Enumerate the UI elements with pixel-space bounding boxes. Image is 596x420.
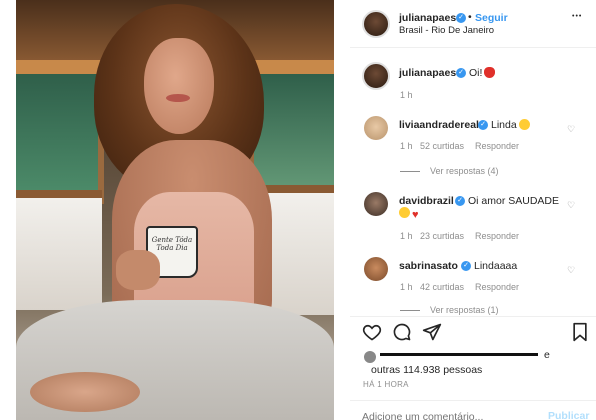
caption-username[interactable]: julianapaes — [399, 67, 456, 79]
photo-window-left — [16, 74, 104, 204]
comment-text: Linda — [491, 119, 530, 131]
instagram-post: Gente Tóda Toda Dia julianapaes ✓ • Segu… — [0, 0, 596, 420]
photo-foot — [30, 372, 140, 412]
mug-lettering: Gente Tóda Toda Dia — [151, 236, 193, 252]
liker-avatar[interactable] — [364, 351, 376, 363]
more-options-icon[interactable]: ••• — [572, 13, 582, 20]
comment-time[interactable]: 1 h — [400, 282, 413, 292]
header-username[interactable]: julianapaes — [399, 12, 456, 24]
post-photo[interactable]: Gente Tóda Toda Dia — [16, 0, 334, 420]
header-location[interactable]: Brasil - Rio De Janeiro — [399, 25, 494, 36]
verified-badge-icon: ✓ — [478, 120, 488, 130]
post-time-ago[interactable]: HÁ 1 HORA — [363, 380, 409, 389]
comment-likes[interactable]: 42 curtidas — [420, 282, 464, 292]
verified-badge-icon: ✓ — [461, 261, 471, 271]
comment-text: Oi amor SAUDADE — [468, 195, 560, 207]
likes-prefix: e — [544, 349, 550, 361]
verified-badge-icon: ✓ — [456, 13, 466, 23]
comment-reply-button[interactable]: Responder — [475, 231, 519, 241]
comment-emoji-line: ♥ — [399, 207, 419, 221]
comment-reply-button[interactable]: Responder — [475, 141, 519, 151]
replies-line — [400, 310, 420, 312]
verified-badge-icon: ✓ — [455, 196, 465, 206]
comment-like-heart-icon[interactable]: ♡ — [566, 200, 576, 210]
photo-hand — [116, 250, 160, 290]
publish-button[interactable]: Publicar — [548, 410, 589, 420]
comment-avatar-livia[interactable] — [364, 116, 388, 140]
comment-text: Lindaaaa — [474, 260, 518, 272]
redacted-likes-bar — [380, 353, 538, 356]
photo-face — [144, 38, 214, 134]
header-avatar[interactable] — [362, 10, 390, 38]
paper-plane-icon[interactable] — [422, 322, 442, 342]
comment-reply-button[interactable]: Responder — [475, 282, 519, 292]
header-divider — [350, 47, 596, 48]
caption-avatar[interactable] — [362, 62, 390, 90]
red-heart-emoji-icon: ♥ — [412, 209, 419, 221]
bookmark-icon[interactable] — [570, 322, 590, 342]
likes-count[interactable]: outras 114.938 pessoas — [371, 364, 482, 376]
replies-line — [400, 171, 420, 173]
comment-username[interactable]: sabrinasato — [399, 260, 458, 272]
heart-eyes-emoji-icon — [518, 119, 530, 130]
comment-like-heart-icon[interactable]: ♡ — [566, 265, 576, 275]
heart-outline-icon[interactable] — [362, 322, 382, 342]
photo-bench-left — [16, 190, 102, 310]
caption-text: Oi! — [469, 67, 496, 79]
comment-username[interactable]: liviaandradereal — [399, 119, 479, 131]
photo-lips — [166, 94, 190, 102]
comment-time[interactable]: 1 h — [400, 141, 413, 151]
comment-avatar-sabrina[interactable] — [364, 257, 388, 281]
comment-like-heart-icon[interactable]: ♡ — [566, 124, 576, 134]
comment-avatar-david[interactable] — [364, 192, 388, 216]
verified-badge-icon: ✓ — [456, 68, 466, 78]
add-comment-input[interactable] — [362, 410, 542, 420]
comment-box-divider — [350, 400, 596, 401]
comment-username[interactable]: davidbrazil — [399, 195, 454, 207]
actions-divider — [350, 316, 596, 317]
caption-time[interactable]: 1 h — [400, 90, 413, 100]
header-separator: • — [468, 11, 472, 23]
strawberry-emoji-icon — [484, 67, 496, 78]
heart-eyes-emoji-icon — [399, 207, 410, 218]
comment-time[interactable]: 1 h — [400, 231, 413, 241]
follow-button[interactable]: Seguir — [475, 12, 508, 24]
view-replies-button[interactable]: Ver respostas (4) — [400, 166, 499, 176]
comment-likes[interactable]: 52 curtidas — [420, 141, 464, 151]
view-replies-button[interactable]: Ver respostas (1) — [400, 305, 499, 315]
comment-likes[interactable]: 23 curtidas — [420, 231, 464, 241]
comment-bubble-icon[interactable] — [392, 322, 412, 342]
